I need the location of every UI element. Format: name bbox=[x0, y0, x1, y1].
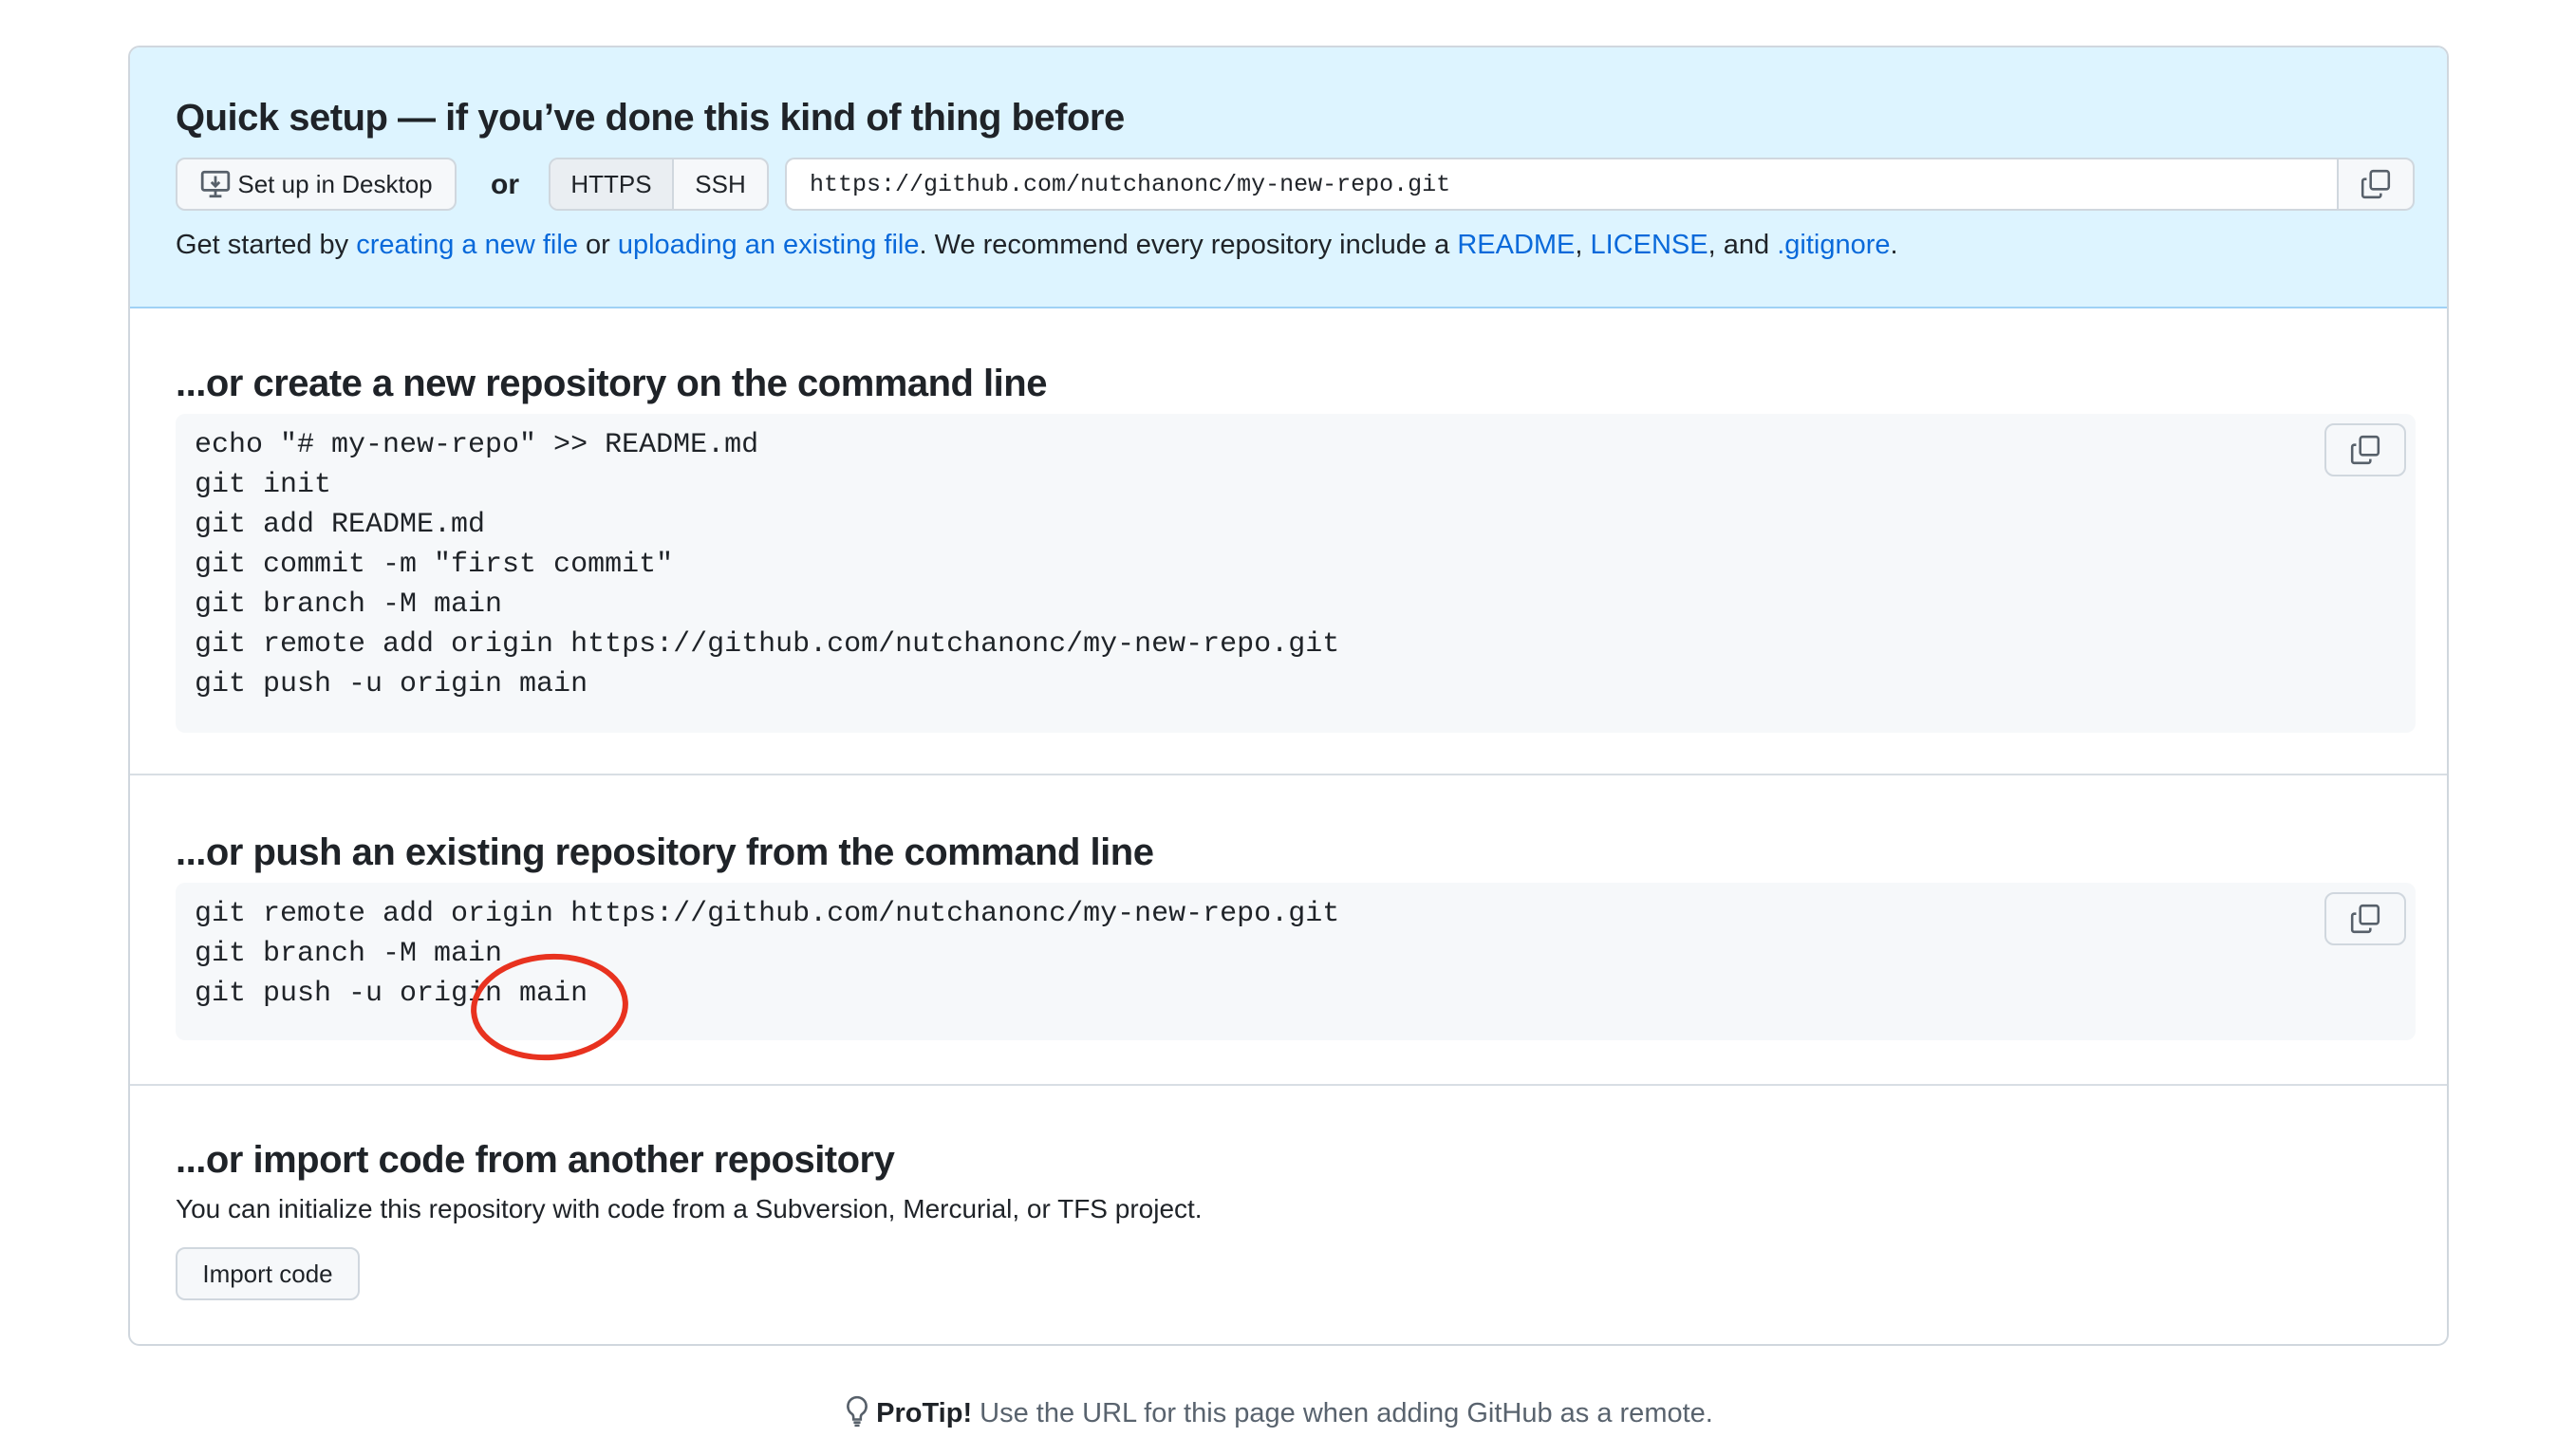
code-line: git commit -m "first commit" bbox=[195, 549, 674, 581]
code-line: git init bbox=[195, 469, 332, 501]
https-tab[interactable]: HTTPS bbox=[551, 159, 674, 209]
code-line: git remote add origin https://github.com… bbox=[195, 628, 1340, 661]
code-line: git branch -M main bbox=[195, 938, 503, 970]
protip-label: ProTip! bbox=[876, 1398, 973, 1428]
create-code-block: echo "# my-new-repo" >> README.md git in… bbox=[176, 414, 2416, 733]
copy-create-commands-button[interactable] bbox=[2324, 423, 2406, 476]
setup-in-desktop-label: Set up in Desktop bbox=[237, 169, 433, 198]
clone-url-input[interactable]: https://github.com/nutchanonc/my-new-rep… bbox=[785, 158, 2337, 211]
quick-setup-section: Quick setup — if you’ve done this kind o… bbox=[130, 47, 2447, 308]
code-line: git branch -M main bbox=[195, 588, 503, 621]
quick-setup-title: Quick setup — if you’ve done this kind o… bbox=[176, 97, 1125, 139]
intro-text: Get started by bbox=[176, 230, 357, 260]
protocol-toggle: HTTPS SSH bbox=[549, 158, 769, 211]
setup-in-desktop-button[interactable]: Set up in Desktop bbox=[176, 158, 457, 211]
code-line: echo "# my-new-repo" >> README.md bbox=[195, 429, 759, 461]
import-description: You can initialize this repository with … bbox=[176, 1194, 1203, 1223]
intro-text: , and bbox=[1708, 230, 1778, 260]
license-link[interactable]: LICENSE bbox=[1591, 230, 1708, 260]
protip: ProTip! Use the URL for this page when a… bbox=[0, 1395, 2557, 1435]
repo-setup-panel: Quick setup — if you’ve done this kind o… bbox=[128, 46, 2449, 1346]
section-divider bbox=[130, 1084, 2447, 1086]
import-code-button[interactable]: Import code bbox=[176, 1247, 360, 1300]
copy-icon bbox=[2349, 434, 2381, 466]
desktop-download-icon bbox=[199, 168, 232, 200]
code-line: git add README.md bbox=[195, 509, 486, 541]
gitignore-link[interactable]: .gitignore bbox=[1777, 230, 1890, 260]
push-section-title: ...or push an existing repository from t… bbox=[176, 831, 1154, 873]
intro-text: or bbox=[577, 230, 618, 260]
get-started-text: Get started by creating a new file or up… bbox=[176, 230, 1898, 261]
readme-link[interactable]: README bbox=[1457, 230, 1575, 260]
light-bulb-icon bbox=[844, 1395, 870, 1435]
copy-icon bbox=[2349, 903, 2381, 935]
copy-icon bbox=[2360, 168, 2392, 200]
intro-text: , bbox=[1575, 230, 1591, 260]
code-line: git push -u origin main bbox=[195, 668, 588, 700]
upload-existing-file-link[interactable]: uploading an existing file bbox=[618, 230, 920, 260]
protip-text: Use the URL for this page when adding Gi… bbox=[972, 1398, 1713, 1428]
create-new-file-link[interactable]: creating a new file bbox=[356, 230, 578, 260]
or-label: or bbox=[491, 169, 519, 200]
create-section-title: ...or create a new repository on the com… bbox=[176, 363, 1047, 404]
section-divider bbox=[130, 774, 2447, 775]
intro-text: . bbox=[1890, 230, 1898, 260]
intro-text: . We recommend every repository include … bbox=[919, 230, 1458, 260]
code-line: git remote add origin https://github.com… bbox=[195, 898, 1340, 930]
copy-push-commands-button[interactable] bbox=[2324, 892, 2406, 945]
copy-url-button[interactable] bbox=[2337, 158, 2415, 211]
import-section-title: ...or import code from another repositor… bbox=[176, 1139, 895, 1181]
ssh-tab[interactable]: SSH bbox=[674, 159, 767, 209]
